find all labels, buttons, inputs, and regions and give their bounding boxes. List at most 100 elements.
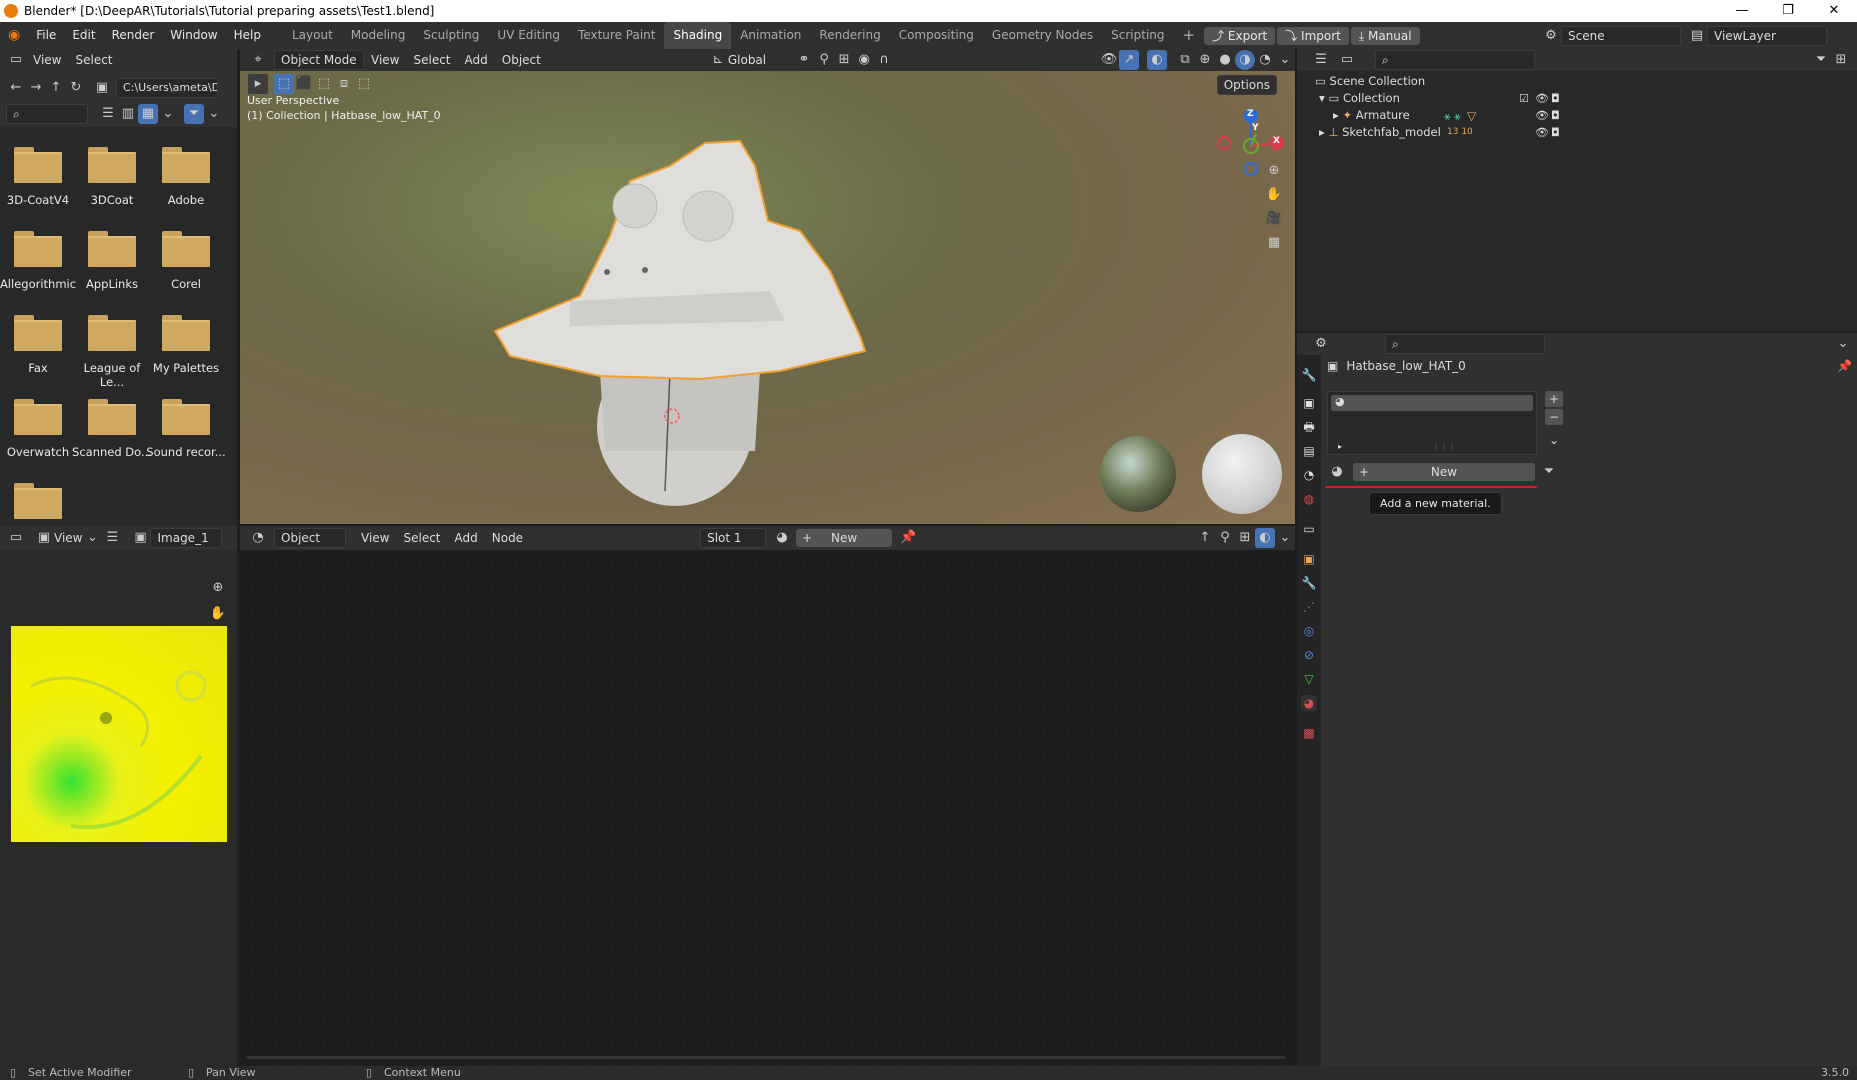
folder-item[interactable]: Adobe <box>146 147 226 207</box>
neg-z-handle[interactable] <box>1244 162 1258 176</box>
chevron-down-icon[interactable]: ⌄ <box>1545 433 1563 449</box>
modifier-tab-icon[interactable]: 🔧 <box>1301 575 1317 591</box>
new-material-button[interactable]: + New <box>1353 463 1535 481</box>
eye-icon[interactable]: 👁 <box>1535 126 1549 139</box>
hat-brim-selected[interactable] <box>493 139 867 381</box>
outliner-search-input[interactable]: ⌕ <box>1375 50 1535 70</box>
tab-compositing[interactable]: Compositing <box>890 22 983 49</box>
parent-dir-icon[interactable]: ↑ <box>46 78 66 98</box>
vp-menu-add[interactable]: Add <box>458 53 495 67</box>
camera-icon[interactable]: ◘ <box>1551 109 1560 122</box>
pan-hand-icon[interactable]: ✋ <box>1264 185 1284 205</box>
editor-type-icon[interactable]: ▭ <box>6 528 26 548</box>
world-tab-icon[interactable]: ◍ <box>1301 491 1317 507</box>
pivot-icon[interactable]: ⚭ <box>794 50 814 70</box>
resize-handle[interactable]: ⋮⋮⋮ <box>1432 442 1456 451</box>
minimize-button[interactable]: — <box>1719 0 1765 22</box>
viewlayer-selector[interactable]: ViewLayer <box>1707 25 1827 46</box>
material-slot-list[interactable]: ◕ ▸ ⋮⋮⋮ <box>1327 391 1537 455</box>
folder-item[interactable]: My Palettes <box>146 315 226 375</box>
folder-item[interactable]: 3DCoat <box>72 147 152 207</box>
add-slot-button[interactable]: + <box>1545 391 1563 407</box>
neg-x-handle[interactable] <box>1217 136 1231 150</box>
view-layer-tab-icon[interactable]: ▤ <box>1301 443 1317 459</box>
outliner-row-scene-collection[interactable]: ▭ Scene Collection <box>1315 73 1575 90</box>
menu-help[interactable]: Help <box>226 22 269 49</box>
node-new-material-button[interactable]: + New <box>796 529 893 547</box>
viewport-canvas[interactable]: ▸ ⬚ ⬛ ⬚ ⧈ ⬚ Options User Perspective (1)… <box>240 71 1295 524</box>
fb-menu-select[interactable]: Select <box>68 53 119 67</box>
falloff-icon[interactable]: ∩ <box>874 50 894 70</box>
camera-icon[interactable]: ◘ <box>1551 126 1560 139</box>
thumbnails-icon[interactable]: ▦ <box>138 104 158 124</box>
zoom-icon[interactable]: ⊕ <box>208 578 228 598</box>
visibility-icon[interactable]: 👁 <box>1099 50 1119 70</box>
chevron-down-icon[interactable]: ⌄ <box>1275 528 1295 548</box>
tab-uv-editing[interactable]: UV Editing <box>488 22 569 49</box>
ne-menu-select[interactable]: Select <box>396 531 447 545</box>
render-tab-icon[interactable]: ▣ <box>1301 395 1317 411</box>
fb-menu-view[interactable]: View <box>26 53 68 67</box>
orientation-selector[interactable]: Global <box>728 53 766 67</box>
parent-node-icon[interactable]: ↑ <box>1195 528 1215 548</box>
path-field[interactable]: C:\Users\ameta\Do... <box>116 78 218 98</box>
physics-tab-icon[interactable]: ◎ <box>1301 623 1317 639</box>
output-tab-icon[interactable]: 🖶 <box>1301 419 1317 435</box>
restore-button[interactable]: ❐ <box>1765 0 1811 22</box>
menu-render[interactable]: Render <box>104 22 163 49</box>
tab-texture-paint[interactable]: Texture Paint <box>569 22 664 49</box>
object-tab-icon[interactable]: ▣ <box>1301 551 1317 567</box>
folder-item[interactable]: Sound recor... <box>146 399 226 459</box>
new-collection-icon[interactable]: ⊞ <box>1831 50 1851 70</box>
perspective-grid-icon[interactable]: ▦ <box>1264 233 1284 253</box>
import-button[interactable]: ⤵ Import <box>1277 26 1349 45</box>
data-tab-icon[interactable]: ▽ <box>1301 671 1317 687</box>
ie-menu-view[interactable]: View <box>54 531 82 545</box>
ne-menu-view[interactable]: View <box>354 531 396 545</box>
folder-item[interactable]: Overwatch <box>0 399 78 459</box>
tab-sculpting[interactable]: Sculpting <box>414 22 488 49</box>
export-button[interactable]: ⤴ Export <box>1204 26 1276 45</box>
node-tree-icon[interactable]: ⏷ <box>1539 462 1559 482</box>
browse-material-icon[interactable]: ◕ <box>1327 462 1347 482</box>
snap-icon[interactable]: ⚲ <box>814 50 834 70</box>
browse-material-icon[interactable]: ◕ <box>772 528 792 548</box>
refresh-icon[interactable]: ↻ <box>66 78 86 98</box>
snap-mode-icon[interactable]: ⊞ <box>834 50 854 70</box>
tab-modeling[interactable]: Modeling <box>342 22 415 49</box>
node-canvas[interactable] <box>240 550 1295 1066</box>
gizmo-toggle-icon[interactable]: ↗ <box>1119 50 1139 70</box>
pin-icon[interactable]: 📌 <box>898 528 918 548</box>
wireframe-shading-icon[interactable]: ⊕ <box>1195 50 1215 70</box>
menu-file[interactable]: File <box>28 22 64 49</box>
display-mode-icon[interactable]: ▭ <box>1337 50 1357 70</box>
horizontal-scrollbar[interactable] <box>246 1056 1286 1059</box>
add-workspace-button[interactable]: + <box>1174 22 1205 49</box>
viewlayer-icon[interactable]: ▤ <box>1687 26 1707 46</box>
tab-animation[interactable]: Animation <box>731 22 810 49</box>
tab-geometry-nodes[interactable]: Geometry Nodes <box>983 22 1102 49</box>
folder-item[interactable]: Corel <box>146 231 226 291</box>
editor-type-icon[interactable]: ☰ <box>1311 50 1331 70</box>
scene-icon[interactable]: ⚙ <box>1541 26 1561 46</box>
snap-icon[interactable]: ⚲ <box>1215 528 1235 548</box>
folder-item[interactable]: Scanned Do... <box>72 399 152 459</box>
eye-icon[interactable]: 👁 <box>1535 92 1549 105</box>
tab-shading[interactable]: Shading <box>664 22 732 49</box>
chevron-down-icon[interactable]: ⌄ <box>158 104 178 124</box>
editor-type-icon[interactable]: ◔ <box>248 528 268 548</box>
pan-hand-icon[interactable]: ✋ <box>208 604 228 624</box>
image-name-field[interactable]: Image_1 <box>150 528 223 548</box>
tool-tab-icon[interactable]: 🔧 <box>1301 367 1317 383</box>
close-button[interactable]: ✕ <box>1811 0 1857 22</box>
folder-item[interactable]: League of Le... <box>72 315 152 389</box>
properties-search-input[interactable]: ⌕ <box>1385 334 1545 354</box>
back-icon[interactable]: ← <box>6 78 26 98</box>
list-horizontal-icon[interactable]: ▥ <box>118 104 138 124</box>
filter-icon[interactable]: ⏷ <box>184 104 204 124</box>
material-tab-icon[interactable]: ◕ <box>1301 695 1317 711</box>
vp-menu-object[interactable]: Object <box>495 53 548 67</box>
proportional-edit-icon[interactable]: ◉ <box>854 50 874 70</box>
hamburger-icon[interactable]: ☰ <box>102 528 122 548</box>
search-input[interactable]: ⌕ <box>6 104 88 124</box>
